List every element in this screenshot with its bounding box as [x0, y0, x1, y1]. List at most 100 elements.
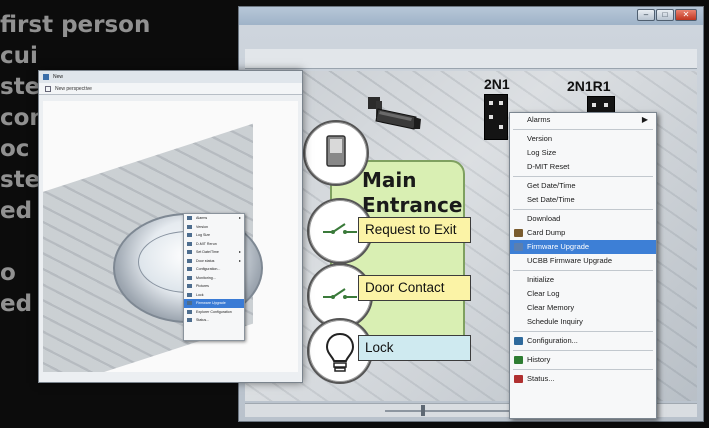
- menu-item-alarms[interactable]: Alarms ▶: [510, 113, 656, 127]
- small-menu-item-set-date-time[interactable]: Set Date/Time ▸: [184, 248, 244, 257]
- menu-item-label: Door status: [196, 258, 215, 263]
- perspective-icon: [45, 86, 51, 92]
- small-menu-item-lock[interactable]: Lock: [184, 291, 244, 300]
- device-label-2n1: 2N1: [484, 76, 510, 92]
- door-title-line2: Entrance: [362, 193, 463, 217]
- secondary-window: New New perspective: [38, 70, 303, 383]
- main-titlebar: [239, 7, 703, 25]
- menu-item-schedule-inquiry[interactable]: Schedule Inquiry: [510, 315, 656, 329]
- menu-item-label: Status...: [527, 374, 555, 383]
- background-text-line: cui: [0, 43, 38, 69]
- small-menu-item-door-status[interactable]: Door status ▸: [184, 257, 244, 266]
- small-menu-item-firmware-upgrade[interactable]: Firmware Upgrade: [184, 299, 244, 308]
- small-menu-item-monitoring[interactable]: Monitoring...: [184, 274, 244, 283]
- menu-item-label: Set Date/Time: [196, 250, 219, 254]
- menu-item-history[interactable]: History: [510, 353, 656, 367]
- request-to-exit-label[interactable]: Request to Exit: [358, 217, 471, 243]
- menu-item-label: Log Size: [196, 233, 210, 237]
- menu-item-label: Get Date/Time: [527, 181, 576, 190]
- menu-item-label: D-MIT Rerun: [196, 241, 217, 246]
- menu-item-label: UCBB Firmware Upgrade: [527, 256, 613, 265]
- menu-item-label: Download: [527, 214, 561, 223]
- menu-item-label: Configuration...: [196, 267, 221, 271]
- secondary-3d-view[interactable]: [43, 101, 298, 372]
- menu-item-initialize[interactable]: Initialize: [510, 273, 656, 287]
- menu-separator: [513, 176, 653, 177]
- menu-item-label: Lock: [196, 292, 204, 297]
- small-menu-item-d-mit-rerun[interactable]: D-MIT Rerun: [184, 240, 244, 249]
- menu-item-version[interactable]: Version: [510, 132, 656, 146]
- configuration-icon: [514, 337, 523, 345]
- menu-item-label: Explorer Configuration: [196, 309, 232, 314]
- menu-item-card-dump[interactable]: Card Dump: [510, 226, 656, 240]
- main-toolbar: [245, 49, 697, 69]
- menu-item-clear-memory[interactable]: Clear Memory: [510, 301, 656, 315]
- menu-separator: [513, 270, 653, 271]
- lock-label[interactable]: Lock: [358, 335, 471, 361]
- menu-item-icon: [187, 233, 192, 237]
- device-2n1-icon[interactable]: [484, 94, 508, 140]
- device-context-menu: Alarms ▶ Version Log Size D-MIT Reset Get Dat…: [509, 112, 657, 419]
- device-label-2n1r1: 2N1R1: [567, 78, 611, 94]
- menu-item-icon: [187, 309, 192, 314]
- menu-item-label: Firmware Upgrade: [527, 242, 590, 251]
- small-menu-item-log-size[interactable]: Log Size: [184, 231, 244, 240]
- status-icon: [514, 375, 523, 383]
- menu-item-label: Log Size: [527, 148, 557, 157]
- menu-item-label: Set Date/Time: [527, 195, 575, 204]
- tab-new-perspective[interactable]: New perspective: [55, 86, 92, 92]
- menu-item-label: History: [527, 355, 551, 364]
- menu-item-label: Version: [527, 134, 553, 143]
- window-controls: – □ ✕: [637, 9, 697, 21]
- menu-item-icon: [187, 224, 192, 229]
- menu-item-ucbb-firmware-upgrade[interactable]: UCBB Firmware Upgrade: [510, 254, 656, 268]
- zoom-slider-thumb[interactable]: [421, 405, 425, 416]
- menu-item-firmware-upgrade[interactable]: Firmware Upgrade: [510, 240, 656, 254]
- small-menu-item-pictures[interactable]: Pictures: [184, 282, 244, 291]
- menu-item-icon: [187, 275, 192, 280]
- small-menu-item-configuration[interactable]: Configuration...: [184, 265, 244, 274]
- menu-item-configuration[interactable]: Configuration...: [510, 334, 656, 348]
- menu-item-icon: [187, 301, 192, 305]
- app-icon: [43, 74, 49, 80]
- menu-item-label: Firmware Upgrade: [196, 301, 226, 305]
- chevron-right-icon: ▶: [641, 115, 648, 124]
- menu-item-icon: [187, 250, 192, 254]
- small-menu-item-alarms[interactable]: Alarms ▸: [184, 214, 244, 223]
- maximize-button[interactable]: □: [656, 9, 674, 21]
- camera-icon[interactable]: [366, 95, 422, 133]
- menu-item-set-date-time[interactable]: Set Date/Time: [510, 193, 656, 207]
- menu-separator: [513, 350, 653, 351]
- door-title-line1: Main: [362, 168, 417, 192]
- menu-item-label: Version: [196, 224, 208, 229]
- menu-item-icon: [187, 318, 192, 322]
- menu-item-download[interactable]: Download: [510, 212, 656, 226]
- menu-separator: [513, 209, 653, 210]
- small-menu-item-explorer-configuration[interactable]: Explorer Configuration: [184, 308, 244, 317]
- menu-item-get-date-time[interactable]: Get Date/Time: [510, 179, 656, 193]
- door-contact-label[interactable]: Door Contact: [358, 275, 471, 301]
- menu-item-label: Monitoring...: [196, 275, 216, 280]
- menu-item-icon: [187, 241, 192, 246]
- small-menu-item-status[interactable]: Status...: [184, 316, 244, 325]
- door-title: Main Entrance: [362, 168, 462, 218]
- menu-item-clear-log[interactable]: Clear Log: [510, 287, 656, 301]
- menu-item-label: Status...: [196, 318, 210, 322]
- menu-item-log-size[interactable]: Log Size: [510, 146, 656, 160]
- small-menu-item-version[interactable]: Version: [184, 223, 244, 232]
- firmware-icon: [514, 243, 523, 251]
- menu-item-icon: [187, 267, 192, 271]
- menu-item-icon: [187, 258, 192, 263]
- close-button[interactable]: ✕: [675, 9, 697, 21]
- menu-item-label: Card Dump: [527, 228, 566, 237]
- menu-item-icon: [187, 292, 192, 297]
- menu-item-icon: [187, 216, 192, 220]
- card-reader-icon: [326, 135, 346, 167]
- menu-item-d-mit-reset[interactable]: D-MIT Reset: [510, 160, 656, 174]
- menu-item-status[interactable]: Status...: [510, 372, 656, 386]
- menu-separator: [513, 369, 653, 370]
- menu-item-label: Alarms: [527, 115, 551, 124]
- door-reader-node[interactable]: [303, 120, 369, 186]
- minimize-button[interactable]: –: [637, 9, 655, 21]
- menu-item-icon: [187, 284, 192, 288]
